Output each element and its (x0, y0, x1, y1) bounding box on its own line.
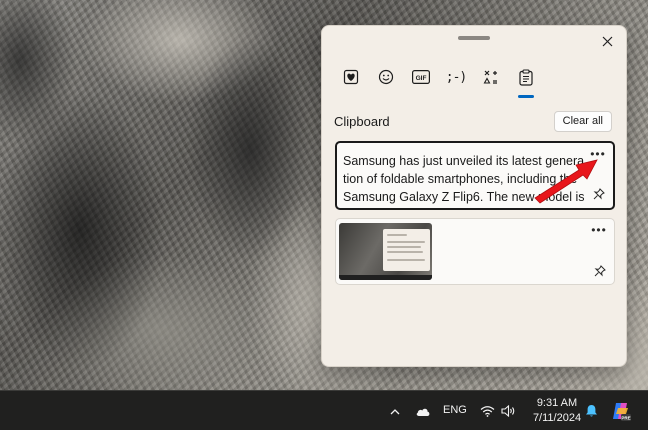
notifications-button[interactable] (584, 403, 598, 419)
language-indicator[interactable]: ENG (443, 404, 467, 416)
show-hidden-icons-button[interactable] (388, 403, 402, 419)
close-icon (602, 36, 612, 46)
clear-all-button[interactable]: Clear all (553, 111, 612, 132)
network-button[interactable] (479, 403, 495, 419)
drag-handle[interactable] (458, 36, 490, 40)
bell-icon (585, 405, 597, 417)
section-title: Clipboard (334, 114, 390, 129)
category-tabs: GIF ;-) (338, 64, 539, 98)
clock-date: 7/11/2024 (532, 412, 582, 424)
tab-emoji-hearts[interactable] (338, 64, 364, 90)
thumbnail-panel-preview (383, 229, 430, 271)
pin-icon[interactable] (594, 265, 606, 277)
volume-icon (500, 405, 514, 417)
symbols-icon (483, 70, 497, 84)
gif-icon: GIF (412, 70, 430, 84)
heart-sticker-icon (343, 69, 359, 85)
thumbnail-taskbar-preview (339, 275, 432, 280)
volume-button[interactable] (500, 403, 516, 419)
more-options-button[interactable]: ••• (590, 223, 608, 239)
clipboard-icon (519, 68, 533, 86)
tab-emoji[interactable] (373, 64, 399, 90)
onedrive-button[interactable] (414, 403, 432, 419)
clipboard-item-image[interactable]: ••• (335, 218, 615, 285)
svg-text:PRE: PRE (621, 416, 630, 421)
tab-kaomoji[interactable]: ;-) (443, 64, 469, 90)
cloud-icon (416, 408, 430, 416)
svg-text:GIF: GIF (416, 75, 427, 82)
screenshot-thumbnail (339, 223, 432, 280)
chevron-up-icon (390, 408, 400, 414)
copilot-button[interactable]: PRE (610, 400, 632, 422)
taskbar: ENG 9:31 AM 7/11/2024 PRE (0, 390, 648, 430)
tab-gif[interactable]: GIF (408, 64, 434, 90)
wifi-icon (480, 406, 494, 417)
clock[interactable]: 9:31 AM 7/11/2024 (532, 396, 582, 426)
clock-time: 9:31 AM (536, 397, 578, 409)
more-options-icon: ••• (591, 223, 607, 237)
annotation-arrow (534, 159, 598, 204)
tab-symbols[interactable] (478, 64, 504, 90)
kaomoji-icon: ;-) (445, 69, 468, 85)
close-button[interactable] (596, 30, 618, 52)
tab-clipboard[interactable] (513, 64, 539, 98)
smiley-icon (378, 69, 394, 85)
copilot-icon: PRE (613, 403, 631, 421)
